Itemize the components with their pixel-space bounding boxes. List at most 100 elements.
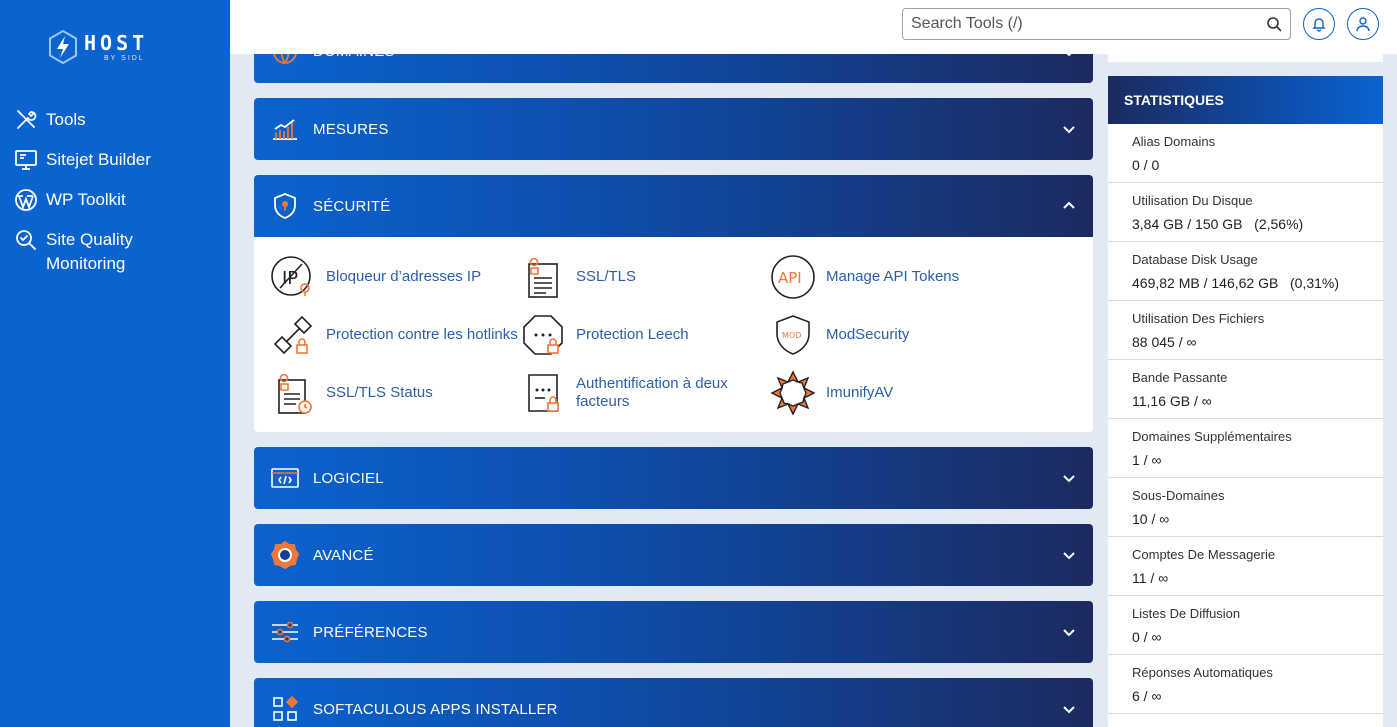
tool-label: ModSecurity bbox=[826, 326, 910, 343]
stat-value: 0 / ∞ bbox=[1132, 629, 1162, 645]
tool-imunifyav[interactable]: ImunifyAV bbox=[770, 370, 893, 416]
stat-value: 3,84 GB / 150 GB (2,56%) bbox=[1132, 216, 1304, 232]
tool-two-factor-auth[interactable]: Authentification à deux facteurs bbox=[520, 370, 746, 416]
sidebar-item-sitejet[interactable]: Sitejet Builder bbox=[0, 148, 230, 172]
tool-api-tokens[interactable]: API Manage API Tokens bbox=[770, 254, 959, 300]
security-tools-panel: IP Bloqueur d’adresses IP SSL/TLS API Ma… bbox=[254, 237, 1093, 432]
sidebar-item-wp-toolkit[interactable]: WP Toolkit bbox=[0, 188, 230, 212]
sidebar-item-label: Sitejet Builder bbox=[46, 150, 151, 169]
api-icon-text: API bbox=[778, 269, 802, 287]
tool-ssl-tls-status[interactable]: SSL/TLS Status bbox=[270, 370, 433, 416]
stat-label: Listes De Diffusion bbox=[1132, 606, 1241, 621]
certificate-clock-icon bbox=[278, 373, 312, 414]
panel-title: PRÉFÉRENCES bbox=[313, 623, 428, 641]
stat-value: 6 / ∞ bbox=[1132, 688, 1162, 704]
stat-item: Réponses Automatiques 6 / ∞ bbox=[1108, 655, 1383, 714]
stat-value: 88 045 / ∞ bbox=[1132, 334, 1197, 350]
panel-logiciel[interactable]: LOGICIEL bbox=[254, 447, 1093, 509]
brand-sub: BY SIDL bbox=[104, 54, 145, 62]
apps-grid-icon bbox=[273, 695, 299, 721]
tool-label: SSL/TLS bbox=[576, 268, 637, 285]
panel-avance[interactable]: AVANCÉ bbox=[254, 524, 1093, 586]
stat-label: Réponses Automatiques bbox=[1132, 665, 1273, 680]
user-account-button[interactable] bbox=[1347, 8, 1379, 40]
panel-preferences[interactable]: PRÉFÉRENCES bbox=[254, 601, 1093, 663]
panel-title: MESURES bbox=[313, 120, 389, 138]
panel-title: LOGICIEL bbox=[313, 469, 384, 487]
stat-label: Domaines Supplémentaires bbox=[1132, 429, 1292, 444]
tool-label: Manage API Tokens bbox=[826, 268, 960, 285]
stat-label: Bande Passante bbox=[1132, 370, 1228, 385]
sidebar-item-tools[interactable]: Tools bbox=[0, 108, 230, 132]
chevron-down-icon bbox=[1063, 475, 1075, 483]
sidebar: HOST BY SIDL Tools Sitejet Builder WP To… bbox=[0, 0, 230, 727]
stat-item: Utilisation Du Disque 3,84 GB / 150 GB (2… bbox=[1108, 183, 1383, 242]
panel-securite[interactable]: SÉCURITÉ bbox=[254, 175, 1093, 237]
sidebar-item-label: Site Quality Monitoring bbox=[46, 230, 133, 273]
wordpress-icon bbox=[15, 189, 37, 211]
stat-value: 11 / ∞ bbox=[1132, 570, 1169, 586]
logo-hexagon-icon bbox=[49, 30, 77, 64]
stats-previous-card-edge bbox=[1108, 54, 1383, 62]
imunify-logo-icon bbox=[770, 370, 816, 416]
sidebar-item-site-quality[interactable]: Site Quality Monitoring bbox=[0, 228, 230, 276]
stat-item: Listes De Diffusion 0 / ∞ bbox=[1108, 596, 1383, 655]
sidebar-nav: Tools Sitejet Builder WP Toolkit Site Qu… bbox=[0, 108, 230, 292]
ip-blocker-icon: IP bbox=[271, 256, 311, 296]
top-bar-controls bbox=[230, 0, 1397, 54]
tool-hotlink-protection[interactable]: Protection contre les hotlinks bbox=[270, 312, 518, 358]
chevron-down-icon bbox=[1063, 552, 1075, 560]
shield-icon bbox=[274, 193, 296, 219]
bar-chart-icon bbox=[273, 119, 297, 140]
search-box-overlay bbox=[902, 8, 1291, 40]
panel-mesures[interactable]: MESURES bbox=[254, 98, 1093, 160]
stat-value: 11,16 GB / ∞ bbox=[1132, 393, 1212, 409]
stat-label: Comptes De Messagerie bbox=[1132, 547, 1276, 562]
panel-title: SÉCURITÉ bbox=[313, 197, 391, 215]
tool-ssl-tls[interactable]: SSL/TLS bbox=[520, 254, 636, 300]
two-factor-icon bbox=[528, 374, 559, 412]
sidebar-item-label: Tools bbox=[46, 110, 86, 129]
chevron-down-icon bbox=[1063, 126, 1075, 134]
stat-item: Database Disk Usage 469,82 MB / 146,62 GB… bbox=[1108, 242, 1383, 301]
tool-leech-protection[interactable]: Protection Leech bbox=[520, 312, 689, 358]
user-icon bbox=[1356, 17, 1370, 32]
stat-item: Alias Domains 0 / 0 bbox=[1108, 124, 1383, 183]
api-icon: API bbox=[771, 255, 815, 299]
tool-label: ImunifyAV bbox=[826, 384, 894, 401]
stat-label: Alias Domains bbox=[1132, 134, 1216, 149]
stat-label: Sous-Domaines bbox=[1132, 488, 1225, 503]
panel-title: AVANCÉ bbox=[313, 546, 374, 564]
bell-icon bbox=[1312, 18, 1326, 32]
stats-title: STATISTIQUES bbox=[1108, 76, 1383, 124]
tool-modsecurity[interactable]: MOD ModSecurity bbox=[770, 312, 909, 358]
tool-label: Protection Leech bbox=[576, 326, 689, 343]
chevron-up-icon bbox=[1063, 201, 1075, 209]
stats-panel: STATISTIQUES Alias Domains 0 / 0 Utilisat… bbox=[1108, 76, 1383, 727]
stat-item: Comptes De Messagerie 11 / ∞ bbox=[1108, 537, 1383, 596]
notifications-button[interactable] bbox=[1303, 8, 1335, 40]
tool-label: SSL/TLS Status bbox=[326, 384, 433, 401]
panel-softaculous[interactable]: SOFTACULOUS APPS INSTALLER bbox=[254, 678, 1093, 727]
page-scrollbar[interactable] bbox=[1383, 54, 1397, 727]
search-input[interactable] bbox=[911, 15, 1266, 33]
stat-item: Utilisation Des Fichiers 88 045 / ∞ bbox=[1108, 301, 1383, 360]
chevron-down-icon bbox=[1063, 629, 1075, 637]
brand-name: HOST bbox=[84, 30, 149, 55]
octagon-lock-icon bbox=[523, 315, 563, 355]
mod-icon-text: MOD bbox=[782, 331, 801, 340]
stat-item: Domaines Supplémentaires 1 / ∞ bbox=[1108, 419, 1383, 478]
tool-ip-blocker[interactable]: IP Bloqueur d’adresses IP bbox=[270, 254, 481, 300]
tool-label: Bloqueur d’adresses IP bbox=[326, 268, 482, 285]
stat-label: Utilisation Du Disque bbox=[1132, 193, 1253, 208]
stat-item: Bande Passante 11,16 GB / ∞ bbox=[1108, 360, 1383, 419]
stat-value: 0 / 0 bbox=[1132, 157, 1160, 173]
sidebar-item-label: WP Toolkit bbox=[46, 190, 126, 209]
brand-logo[interactable]: HOST BY SIDL bbox=[48, 30, 148, 64]
chevron-down-icon bbox=[1063, 706, 1075, 714]
gear-icon bbox=[270, 540, 300, 570]
panel-title: SOFTACULOUS APPS INSTALLER bbox=[313, 700, 558, 718]
stat-value: 469,82 MB / 146,62 GB (0,31%) bbox=[1132, 275, 1340, 291]
search-icon[interactable] bbox=[1266, 16, 1282, 32]
code-window-icon bbox=[271, 468, 299, 488]
